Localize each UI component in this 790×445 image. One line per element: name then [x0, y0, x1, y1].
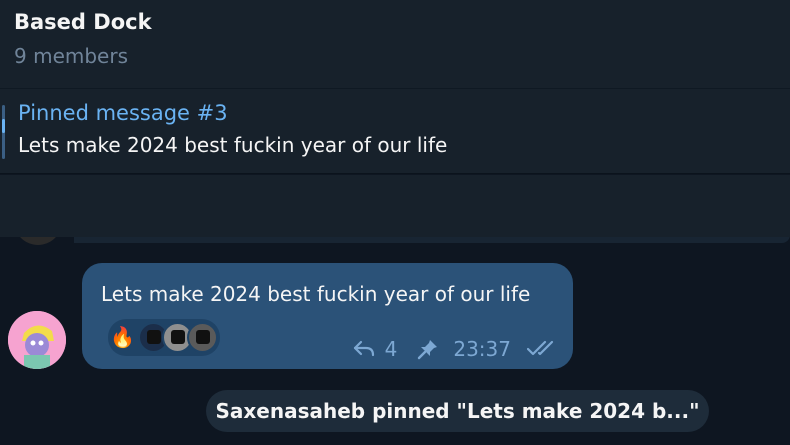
reply-icon[interactable] [353, 340, 375, 358]
message-time: 23:37 [453, 337, 511, 361]
message-text: Lets make 2024 best fuckin year of our l… [101, 282, 531, 306]
message-meta: 4 23:37 [353, 337, 559, 361]
pinned-message-text: Lets make 2024 best fuckin year of our l… [18, 133, 448, 157]
sender-avatar-image [8, 311, 66, 369]
sender-avatar[interactable] [8, 311, 66, 369]
chat-header[interactable]: Based Dock 9 members [0, 0, 790, 88]
pin-icon [417, 338, 439, 360]
chat-title: Based Dock [14, 10, 152, 34]
header-spacer [0, 175, 790, 237]
message-bubble[interactable]: Lets make 2024 best fuckin year of our l… [82, 263, 573, 369]
pinned-message-bar[interactable]: Pinned message #3 Lets make 2024 best fu… [0, 88, 790, 174]
pinned-message-title: Pinned message #3 [18, 101, 228, 125]
reaction-chip[interactable]: 🔥 [108, 319, 220, 356]
previous-sender-avatar [14, 237, 62, 245]
fire-reaction-emoji: 🔥 [110, 325, 135, 349]
service-message-pinned[interactable]: Saxenasaheb pinned "Lets make 2024 b..." [206, 390, 709, 432]
double-check-icon [526, 337, 559, 361]
member-count: 9 members [14, 44, 128, 68]
reactor-avatar [187, 322, 218, 353]
previous-message-bubble [74, 237, 790, 243]
reply-count: 4 [384, 337, 398, 361]
pinned-position-indicator [2, 105, 5, 159]
previous-message-peek [0, 237, 790, 249]
